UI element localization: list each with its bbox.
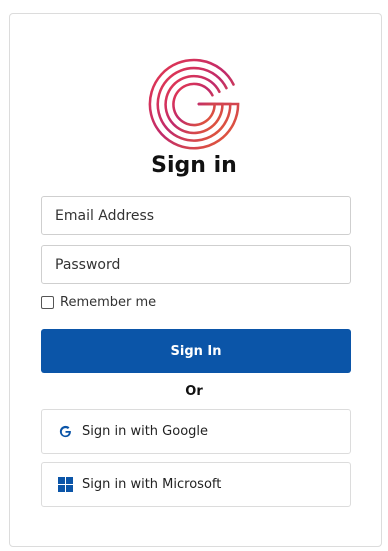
google-icon bbox=[59, 425, 72, 438]
google-button-label: Sign in with Google bbox=[82, 424, 209, 439]
page-title: Sign in bbox=[151, 153, 237, 178]
password-field[interactable] bbox=[41, 245, 351, 284]
remember-me-checkbox[interactable] bbox=[41, 295, 54, 309]
brand-g-logo-icon bbox=[148, 58, 240, 150]
microsoft-button-label: Sign in with Microsoft bbox=[82, 477, 222, 492]
microsoft-icon bbox=[58, 477, 73, 492]
sign-in-microsoft-button[interactable]: Sign in with Microsoft bbox=[41, 462, 351, 507]
sign-in-button[interactable]: Sign In bbox=[41, 329, 351, 373]
remember-me-label[interactable]: Remember me bbox=[60, 295, 156, 310]
email-field[interactable] bbox=[41, 196, 351, 235]
or-separator: Or bbox=[185, 384, 203, 399]
sign-in-google-button[interactable]: Sign in with Google bbox=[41, 409, 351, 454]
remember-me-row[interactable]: Remember me bbox=[41, 293, 156, 311]
